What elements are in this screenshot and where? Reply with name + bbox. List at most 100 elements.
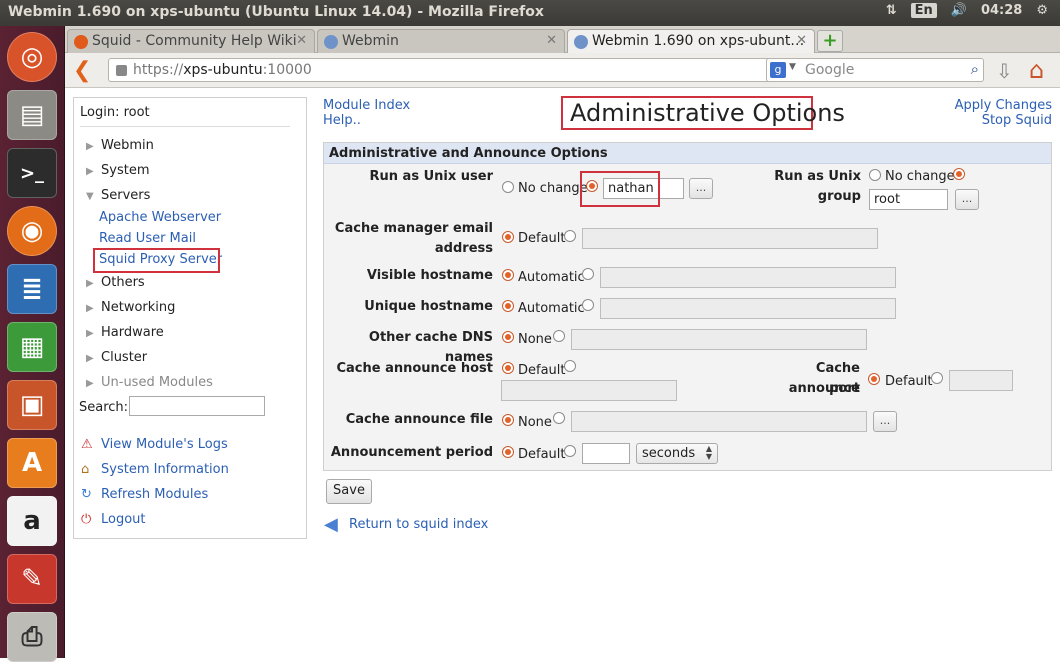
sidebar-category-webmin[interactable]: ▶ Webmin [86,138,154,153]
file-chooser-button[interactable]: ... [873,411,897,432]
page-title: Administrative Options [570,99,845,127]
home-icon[interactable]: ⌂ [1029,56,1044,84]
module-link-read-user-mail[interactable]: Read User Mail [99,231,196,246]
cache-email-input[interactable] [582,228,878,249]
software-center-icon[interactable]: A [7,438,57,488]
announce-period-input[interactable] [582,443,630,464]
unity-launcher: ◎ ▤ >_ ◉ ≣ ▦ ▣ A a ✎ ⎙ [0,26,65,662]
chevron-down-icon[interactable]: ▼ [789,62,796,72]
dns-names-none-radio[interactable] [502,331,514,343]
ubuntu-dash-icon[interactable]: ◎ [7,32,57,82]
url-host: xps-ubuntu [183,62,263,78]
tab-webmin[interactable]: Webmin ✕ [317,29,565,53]
announce-period-default-radio[interactable] [502,446,514,458]
refresh-icon: ↻ [81,487,92,502]
announce-file-custom-radio[interactable] [553,412,565,424]
libreoffice-calc-icon[interactable]: ▦ [7,322,57,372]
unix-user-nochange-label: No change [518,181,588,196]
sidebar-category-others[interactable]: ▶ Others [86,275,145,290]
clock[interactable]: 04:28 [981,3,1022,18]
apply-changes-link[interactable]: Apply Changes [955,98,1052,113]
announce-host-custom-radio[interactable] [564,360,576,372]
unix-group-nochange-radio[interactable] [869,169,881,181]
module-search-input[interactable] [129,396,265,416]
tab-label: Squid - Community Help Wiki [92,33,297,49]
refresh-modules-link[interactable]: ↻ Refresh Modules [81,487,208,502]
sidebar-category-unused-modules[interactable]: ▶ Un-used Modules [86,375,213,390]
system-settings-icon[interactable]: ✎ [7,554,57,604]
announce-period-default-label: Default [518,447,566,462]
group-chooser-button[interactable]: ... [955,189,979,210]
tab-squid-wiki[interactable]: Squid - Community Help Wiki ✕ [67,29,315,53]
unique-hostname-auto-label: Automatic [518,301,585,316]
unix-group-input[interactable]: root [869,189,948,210]
sidebar-category-hardware[interactable]: ▶ Hardware [86,325,164,340]
unix-user-nochange-radio[interactable] [502,181,514,193]
unix-group-custom-radio[interactable] [953,168,965,180]
cache-email-default-radio[interactable] [502,231,514,243]
announce-host-default-radio[interactable] [502,362,514,374]
tab-label: Webmin [342,33,399,49]
tab-webmin-active[interactable]: Webmin 1.690 on xps-ubunt… ✕ [567,29,815,53]
printer-icon[interactable]: ⎙ [7,612,57,662]
visible-hostname-input[interactable] [600,267,896,288]
unique-hostname-custom-radio[interactable] [582,299,594,311]
announce-host-input[interactable] [501,380,677,401]
back-arrow-icon[interactable]: ❮ [73,58,91,83]
system-information-link[interactable]: ⌂ System Information [81,462,229,477]
announce-port-custom-radio[interactable] [931,372,943,384]
search-icon[interactable]: ⌕ [971,60,979,78]
power-icon: ⏻ [81,512,92,527]
url-bar[interactable]: https://xps-ubuntu:10000 ☆ ↻ [108,58,819,82]
cache-email-custom-radio[interactable] [564,230,576,242]
sidebar-category-networking[interactable]: ▶ Networking [86,300,175,315]
visible-hostname-custom-radio[interactable] [582,268,594,280]
files-icon[interactable]: ▤ [7,90,57,140]
announce-file-none-radio[interactable] [502,414,514,426]
keyboard-layout-indicator[interactable]: En [910,3,937,18]
volume-icon[interactable]: 🔊 [951,3,967,18]
announce-port-default-radio[interactable] [868,373,880,385]
google-icon[interactable]: g [770,62,786,78]
firefox-icon[interactable]: ◉ [7,206,57,256]
sidebar-category-servers[interactable]: ▼ Servers [86,188,150,203]
left-arrow-icon[interactable]: ◀ [324,514,338,535]
network-icon[interactable]: ⇅ [886,3,897,18]
unix-user-label: Run as Unix user [369,169,493,184]
help-link[interactable]: Help.. [323,113,361,128]
amazon-icon[interactable]: a [7,496,57,546]
sidebar-category-cluster[interactable]: ▶ Cluster [86,350,147,365]
settings-gear-icon[interactable]: ⚙ [1036,3,1048,18]
libreoffice-impress-icon[interactable]: ▣ [7,380,57,430]
terminal-icon[interactable]: >_ [7,148,57,198]
announce-period-unit-select[interactable]: seconds ▲ ▼ [636,443,718,464]
lock-icon [116,65,127,76]
unique-hostname-label: Unique hostname [364,299,493,314]
dns-names-input[interactable] [571,329,867,350]
announce-period-custom-radio[interactable] [564,445,576,457]
sidebar-category-system[interactable]: ▶ System [86,163,149,178]
browser-tab-bar: Squid - Community Help Wiki ✕ Webmin ✕ W… [65,26,1060,53]
unique-hostname-input[interactable] [600,298,896,319]
stop-squid-link[interactable]: Stop Squid [982,113,1052,128]
announce-file-input[interactable] [571,411,867,432]
triangle-down-icon: ▼ [86,191,94,202]
search-bar[interactable]: g ▼ Google ⌕ [766,58,984,82]
logout-link[interactable]: ⏻ Logout [81,512,146,527]
announce-port-input[interactable] [949,370,1013,391]
view-module-logs-link[interactable]: ⚠ View Module's Logs [81,437,228,452]
close-tab-icon[interactable]: ✕ [546,33,557,48]
dns-names-custom-radio[interactable] [553,330,565,342]
download-icon[interactable]: ⇩ [996,59,1013,83]
visible-hostname-auto-radio[interactable] [502,269,514,281]
save-button[interactable]: Save [326,479,372,504]
unique-hostname-auto-radio[interactable] [502,300,514,312]
close-tab-icon[interactable]: ✕ [796,33,807,48]
new-tab-button[interactable]: + [817,30,843,52]
close-tab-icon[interactable]: ✕ [296,33,307,48]
return-to-squid-index-link[interactable]: Return to squid index [349,517,488,532]
module-index-link[interactable]: Module Index [323,98,410,113]
module-link-apache[interactable]: Apache Webserver [99,210,221,225]
user-chooser-button[interactable]: ... [689,178,713,199]
libreoffice-writer-icon[interactable]: ≣ [7,264,57,314]
